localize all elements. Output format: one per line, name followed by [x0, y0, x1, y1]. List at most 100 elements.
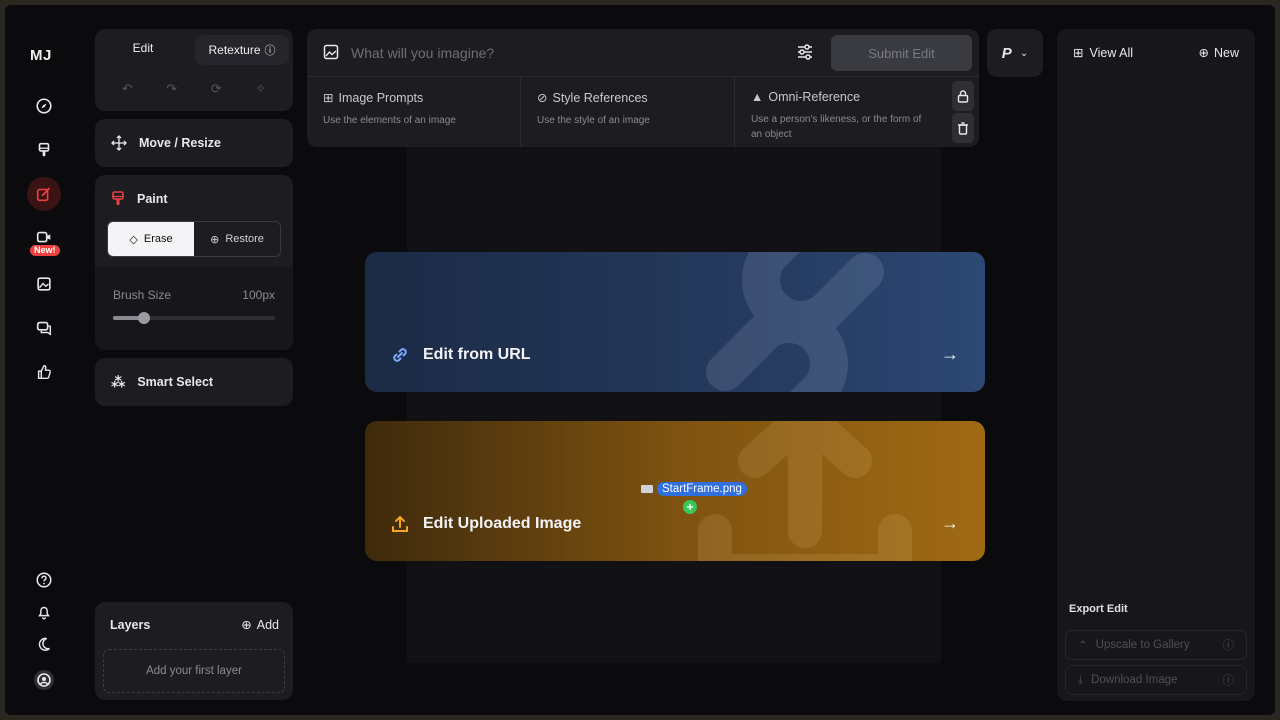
erase-label: Erase — [143, 233, 173, 245]
image-prompts-title: Image Prompts — [338, 90, 424, 105]
rank-nav-button[interactable] — [27, 355, 61, 389]
export-edit-title: Export Edit — [1069, 603, 1128, 615]
image-icon[interactable] — [323, 44, 339, 60]
undo-icon[interactable]: ↶ — [122, 81, 133, 97]
prompt-input-row: Submit Edit — [307, 29, 979, 77]
arrow-right-icon: → — [941, 513, 959, 533]
omni-reference-title: Omni-Reference — [768, 90, 861, 104]
dragged-file-name: StartFrame.png — [657, 482, 747, 496]
brush-icon — [112, 191, 124, 205]
settings-sliders-icon[interactable] — [796, 43, 814, 61]
profile-button[interactable] — [27, 663, 61, 697]
help-icon — [36, 572, 52, 588]
tab-edit[interactable]: Edit — [95, 29, 191, 67]
style-references-option[interactable]: ⊘ Style References Use the style of an im… — [521, 77, 735, 147]
new-badge: New! — [30, 245, 60, 256]
explore-button[interactable] — [27, 89, 61, 123]
dragged-file[interactable]: StartFrame.png + — [641, 482, 747, 514]
lock-icon — [957, 89, 969, 103]
image-prompt-icon: ⊞ — [323, 91, 334, 105]
grid-icon: ⊞ — [1073, 46, 1084, 60]
video-nav-button[interactable]: New! — [27, 221, 61, 256]
paint-header[interactable]: Paint — [111, 191, 168, 207]
notifications-button[interactable] — [27, 595, 61, 629]
brush-icon — [38, 142, 50, 157]
brush-settings — [95, 267, 293, 350]
mode-dropdown[interactable]: P ⌄ — [987, 29, 1043, 77]
add-layer-label: Add — [256, 617, 279, 632]
layers-title: Layers — [110, 618, 151, 632]
profile-icon — [34, 670, 54, 690]
help-button[interactable] — [27, 563, 61, 597]
upscale-label: Upscale to Gallery — [1095, 639, 1190, 651]
create-button[interactable] — [27, 133, 61, 167]
magic-icon[interactable]: ✧ — [255, 81, 266, 97]
canvas-area — [407, 145, 941, 663]
brush-size-handle[interactable] — [137, 312, 150, 324]
move-icon — [111, 135, 127, 151]
smart-select-label: Smart Select — [137, 375, 214, 389]
image-prompts-option[interactable]: ⊞ Image Prompts Use the elements of an im… — [307, 77, 521, 147]
right-panel: ⊞ View All ⊕ New Export Edit ⌃ Upscale t… — [1057, 29, 1255, 701]
file-icon — [641, 485, 653, 493]
download-image-button[interactable]: ⤓ Download Image ⓘ — [1065, 665, 1247, 695]
submit-edit-button[interactable]: Submit Edit — [831, 35, 972, 71]
gallery-nav-button[interactable] — [27, 267, 61, 301]
person-icon: ▲ — [751, 90, 764, 104]
help-icon: ⓘ — [1222, 640, 1235, 652]
help-icon: ⓘ — [264, 45, 276, 57]
help-icon: ⓘ — [1222, 675, 1235, 687]
plus-circle-icon: ⊕ — [241, 618, 252, 632]
upscale-icon: ⌃ — [1078, 640, 1088, 652]
thumbs-up-icon — [37, 364, 51, 380]
tab-retexture[interactable]: Retexture ⓘ — [195, 35, 289, 65]
smart-select-tool[interactable]: ⁂ Smart Select — [95, 358, 293, 406]
paperclip-icon: ⊘ — [537, 91, 548, 105]
erase-button[interactable]: ◇ Erase — [108, 222, 194, 256]
edit-from-url-label: Edit from URL — [423, 346, 531, 363]
mode-label: P — [1001, 44, 1012, 62]
view-all-button[interactable]: ⊞ View All — [1073, 45, 1134, 61]
trash-icon — [958, 121, 968, 135]
layers-panel: Layers ⊕ Add Add your first layer — [95, 602, 293, 700]
edit-uploaded-image-label: Edit Uploaded Image — [423, 515, 582, 532]
redo-icon[interactable]: ↷ — [166, 81, 177, 97]
tool-tabs-panel: Edit Retexture ⓘ ↶ ↷ ⟳ ✧ — [95, 29, 293, 111]
edit-icon — [36, 187, 51, 202]
theme-toggle[interactable] — [27, 627, 61, 661]
reset-icon[interactable]: ⟳ — [211, 81, 222, 97]
edit-nav-button[interactable] — [27, 177, 61, 211]
upscale-to-gallery-button[interactable]: ⌃ Upscale to Gallery ⓘ — [1065, 630, 1247, 660]
erase-restore-toggle: ◇ Erase ⊕ Restore — [107, 221, 281, 257]
omni-reference-option[interactable]: ▲ Omni-Reference Use a person's likeness,… — [735, 77, 949, 147]
delete-button[interactable] — [952, 113, 974, 143]
chat-nav-button[interactable] — [27, 311, 61, 345]
download-icon: ⤓ — [1078, 673, 1084, 686]
restore-button[interactable]: ⊕ Restore — [194, 222, 280, 256]
magic-wand-icon: ⁂ — [111, 373, 126, 390]
new-label: New — [1213, 45, 1239, 60]
moon-icon — [38, 637, 50, 651]
edit-from-url-card[interactable]: Edit from URL → — [365, 252, 985, 392]
view-all-label: View All — [1089, 45, 1134, 60]
upload-icon — [392, 515, 408, 532]
history-toolbar: ↶ ↷ ⟳ ✧ — [95, 69, 293, 109]
lock-button[interactable] — [952, 81, 974, 111]
paint-label: Paint — [137, 192, 168, 206]
style-references-desc: Use the style of an image — [537, 115, 650, 126]
add-plus-icon: + — [683, 500, 697, 514]
new-button[interactable]: ⊕ New — [1198, 45, 1240, 61]
brush-size-slider[interactable] — [113, 312, 275, 324]
layer-dropzone[interactable]: Add your first layer — [103, 649, 285, 693]
logo[interactable]: MJ — [30, 47, 52, 64]
chevron-down-icon: ⌄ — [1019, 47, 1029, 59]
arrow-right-icon: → — [941, 344, 959, 364]
left-rail: MJ New! — [5, 5, 85, 715]
move-resize-tool[interactable]: Move / Resize — [95, 119, 293, 167]
prompt-input[interactable] — [351, 41, 771, 65]
plus-circle-icon: ⊕ — [1198, 46, 1209, 60]
paint-tool-panel: Paint ◇ Erase ⊕ Restore Brush Size 100px — [95, 175, 293, 350]
download-label: Download Image — [1091, 674, 1178, 686]
compass-icon — [36, 98, 52, 114]
add-layer-button[interactable]: ⊕ Add — [241, 617, 279, 633]
